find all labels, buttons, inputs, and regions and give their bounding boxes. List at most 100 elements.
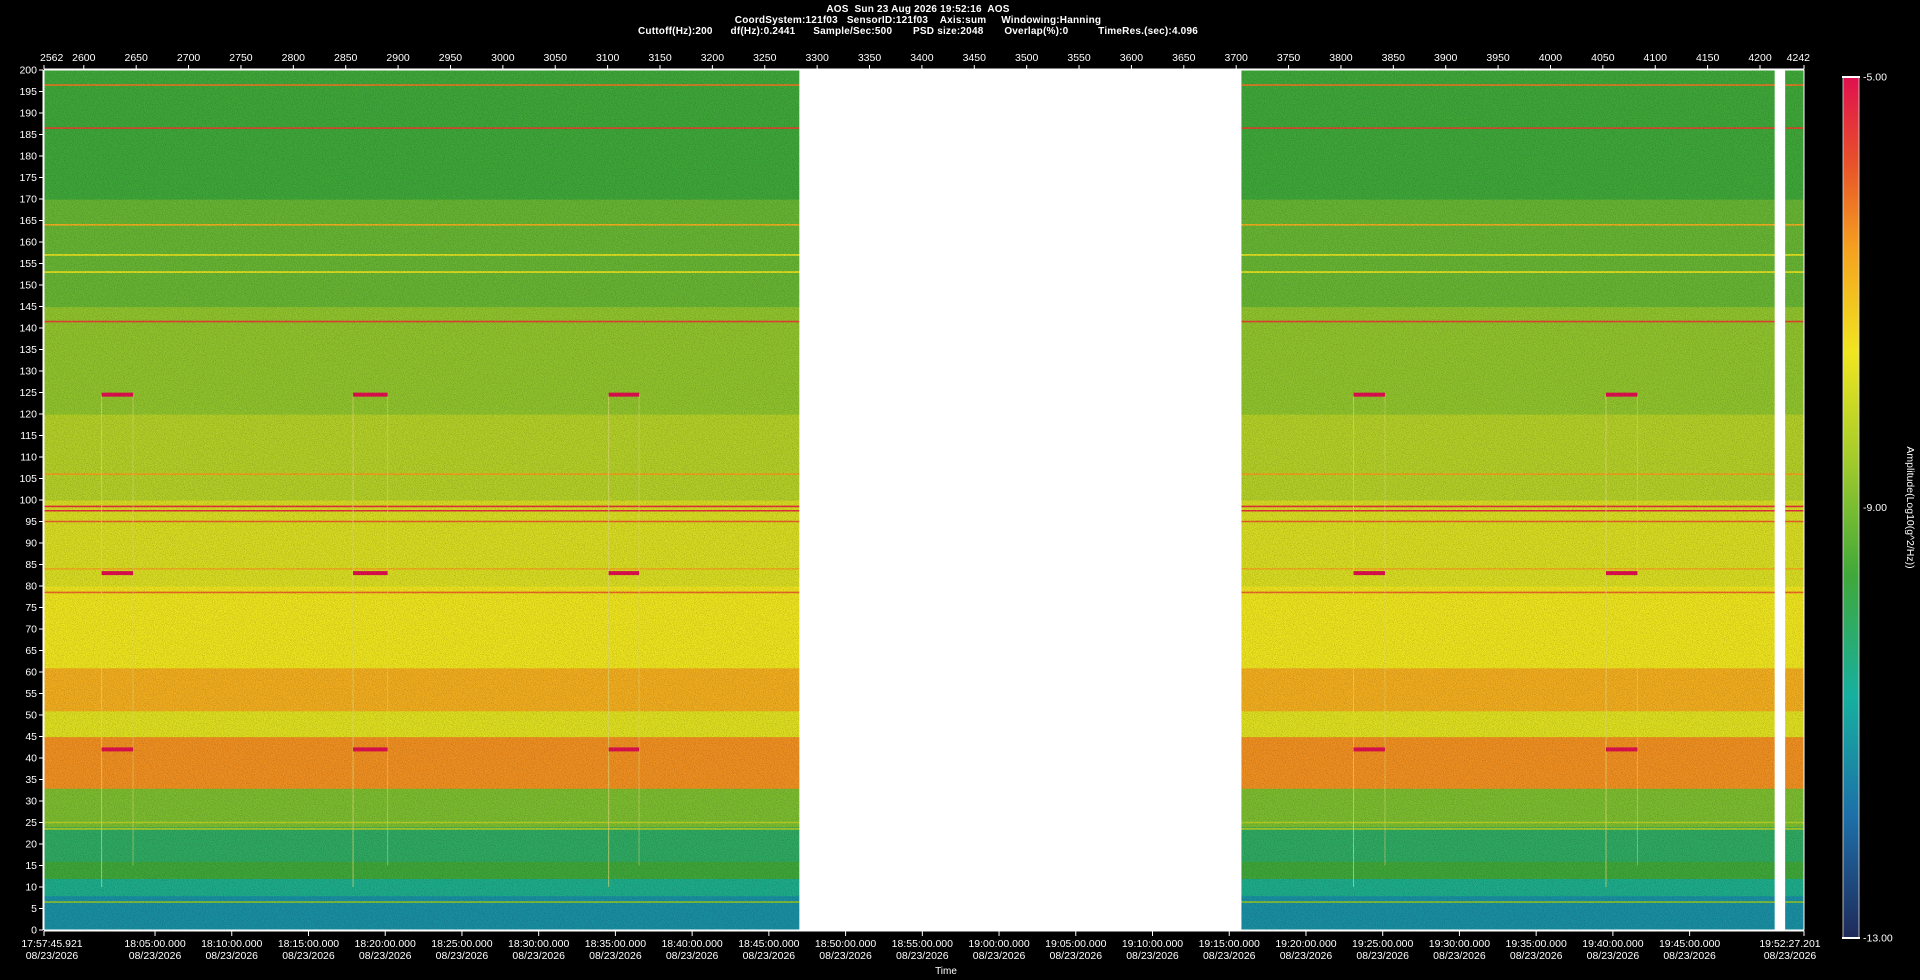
date-tick-label: 08/23/2026 <box>1356 950 1409 962</box>
data-gap <box>799 70 1242 930</box>
date-tick-label: 08/23/2026 <box>1433 950 1486 962</box>
time-tick-label: 18:10:00.000 <box>201 938 262 950</box>
date-tick-label: 08/23/2026 <box>205 950 258 962</box>
spectrogram-chart[interactable]: 2001951901851801751701651601551501451401… <box>0 0 1920 980</box>
top-tick-label: 2850 <box>334 52 358 64</box>
y-tick-label: 85 <box>25 559 37 571</box>
date-tick-label: 08/23/2026 <box>896 950 949 962</box>
top-tick-label: 2900 <box>386 52 410 64</box>
time-tick-label: 18:45:00.000 <box>738 938 799 950</box>
time-tick-label: 19:40:00.000 <box>1582 938 1643 950</box>
date-tick-label: 08/23/2026 <box>1203 950 1256 962</box>
colorbar-gradient <box>1842 76 1860 939</box>
date-tick-label: 08/23/2026 <box>1764 950 1817 962</box>
y-tick-label: 90 <box>25 538 37 550</box>
y-tick-label: 185 <box>19 129 37 141</box>
time-tick-label: 19:00:00.000 <box>968 938 1029 950</box>
date-tick-label: 08/23/2026 <box>589 950 642 962</box>
y-tick-label: 200 <box>19 65 37 77</box>
top-tick-label: 2562 <box>40 52 64 64</box>
top-tick-label: 4242 <box>1787 52 1811 64</box>
y-tick-label: 125 <box>19 387 37 399</box>
colorbar-tick-label: -5.00 <box>1863 72 1887 84</box>
y-tick-label: 20 <box>25 839 37 851</box>
time-tick-label: 18:05:00.000 <box>124 938 185 950</box>
date-tick-label: 08/23/2026 <box>819 950 872 962</box>
top-tick-label: 3250 <box>753 52 777 64</box>
date-tick-label: 08/23/2026 <box>1050 950 1103 962</box>
top-tick-label: 3150 <box>648 52 672 64</box>
top-tick-label: 3900 <box>1434 52 1458 64</box>
top-tick-label: 2700 <box>177 52 201 64</box>
date-tick-label: 08/23/2026 <box>1510 950 1563 962</box>
y-tick-label: 135 <box>19 344 37 356</box>
top-tick-label: 3800 <box>1329 52 1353 64</box>
top-tick-label: 3300 <box>805 52 829 64</box>
y-tick-label: 165 <box>19 215 37 227</box>
colorbar-label: Amplitude(Log10(g^2/Hz)) <box>1904 446 1916 568</box>
y-tick-label: 55 <box>25 688 37 700</box>
colorbar-tick-label: -13.00 <box>1863 933 1893 945</box>
date-tick-label: 08/23/2026 <box>1126 950 1179 962</box>
time-tick-label: 18:35:00.000 <box>585 938 646 950</box>
top-tick-label: 3700 <box>1225 52 1249 64</box>
top-tick-label: 2650 <box>125 52 149 64</box>
y-tick-label: 80 <box>25 581 37 593</box>
data-gap <box>1774 70 1786 930</box>
top-tick-label: 4050 <box>1591 52 1615 64</box>
time-tick-label: 19:15:00.000 <box>1199 938 1260 950</box>
date-tick-label: 08/23/2026 <box>1587 950 1640 962</box>
y-tick-label: 105 <box>19 473 37 485</box>
y-tick-label: 115 <box>20 430 37 442</box>
y-tick-label: 75 <box>25 602 37 614</box>
top-tick-label: 3050 <box>544 52 568 64</box>
y-tick-label: 175 <box>19 172 37 184</box>
time-tick-label: 19:45:00.000 <box>1659 938 1720 950</box>
y-tick-label: 10 <box>25 882 37 894</box>
top-tick-label: 4000 <box>1539 52 1563 64</box>
top-tick-label: 2750 <box>229 52 253 64</box>
time-tick-label: 19:25:00.000 <box>1352 938 1413 950</box>
time-tick-label: 19:10:00.000 <box>1122 938 1183 950</box>
frequency-axis: 2001951901851801751701651601551501451401… <box>19 65 44 937</box>
top-tick-label: 3500 <box>1015 52 1039 64</box>
y-tick-label: 0 <box>31 925 37 937</box>
y-tick-label: 30 <box>25 796 37 808</box>
date-tick-label: 08/23/2026 <box>129 950 182 962</box>
top-tick-label: 3400 <box>910 52 934 64</box>
time-axis-label: Time <box>935 966 957 977</box>
y-tick-label: 130 <box>19 366 37 378</box>
y-tick-label: 140 <box>19 323 37 335</box>
date-tick-label: 08/23/2026 <box>973 950 1026 962</box>
date-tick-label: 08/23/2026 <box>282 950 335 962</box>
y-tick-label: 70 <box>25 624 37 636</box>
y-tick-label: 100 <box>19 495 37 507</box>
time-tick-label: 17:57:45.921 <box>21 938 82 950</box>
time-tick-label: 18:20:00.000 <box>355 938 416 950</box>
top-tick-label: 4200 <box>1748 52 1772 64</box>
top-tick-label: 3000 <box>491 52 515 64</box>
top-tick-label: 4100 <box>1644 52 1668 64</box>
time-tick-label: 18:55:00.000 <box>892 938 953 950</box>
spectrogram-window: AOS Sun 23 Aug 2026 19:52:16 AOS CoordSy… <box>0 0 1920 980</box>
date-tick-label: 08/23/2026 <box>1663 950 1716 962</box>
y-tick-label: 145 <box>19 301 37 313</box>
time-tick-label: 19:52:27.201 <box>1759 938 1820 950</box>
y-tick-label: 195 <box>19 86 37 98</box>
top-tick-label: 3450 <box>963 52 987 64</box>
date-tick-label: 08/23/2026 <box>26 950 79 962</box>
y-tick-label: 150 <box>19 280 37 292</box>
y-tick-label: 155 <box>19 258 37 270</box>
y-tick-label: 160 <box>19 237 37 249</box>
time-tick-label: 18:25:00.000 <box>431 938 492 950</box>
y-tick-label: 40 <box>25 753 37 765</box>
y-tick-label: 45 <box>25 731 37 743</box>
top-tick-label: 4150 <box>1696 52 1720 64</box>
y-tick-label: 60 <box>25 667 37 679</box>
y-tick-label: 5 <box>31 903 37 915</box>
y-tick-label: 65 <box>25 645 37 657</box>
top-tick-label: 3100 <box>596 52 620 64</box>
y-tick-label: 25 <box>25 817 37 829</box>
time-tick-label: 18:40:00.000 <box>661 938 722 950</box>
y-tick-label: 35 <box>25 774 37 786</box>
